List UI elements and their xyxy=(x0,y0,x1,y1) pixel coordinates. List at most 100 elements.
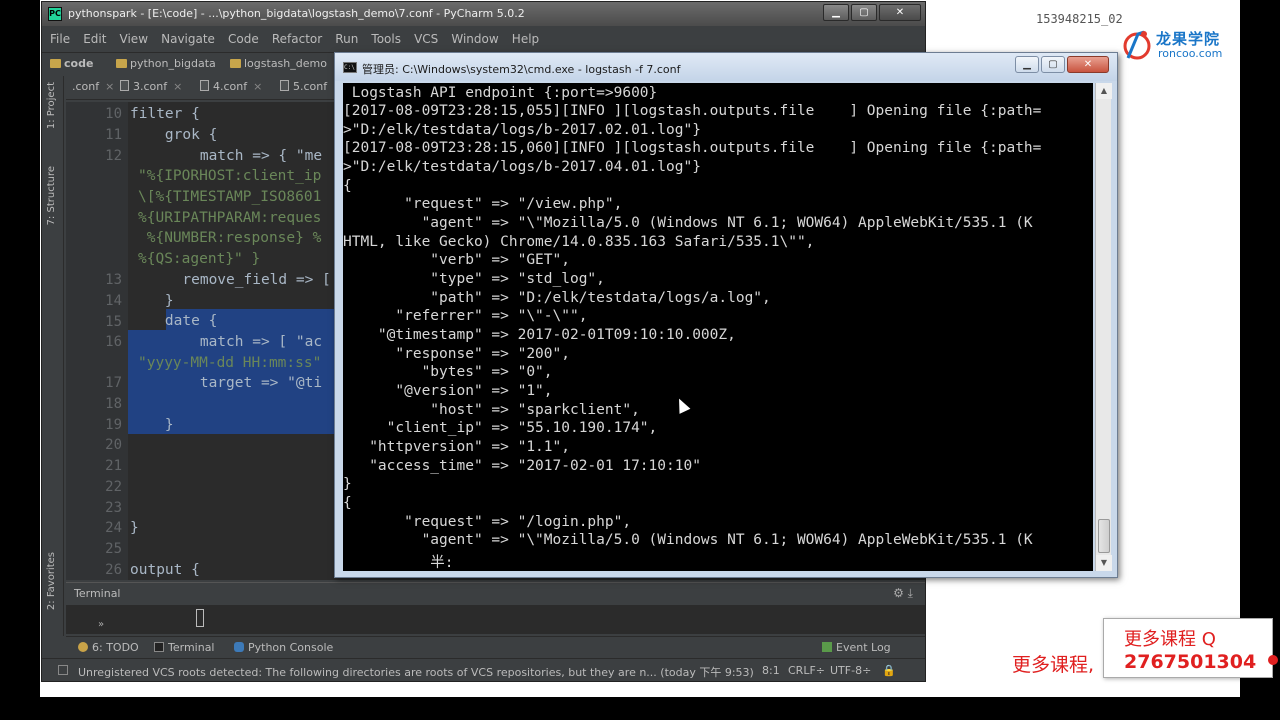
menu-view[interactable]: View xyxy=(120,32,148,46)
line-number-gutter: 10 11 12 13 14 15 16 17 18 19 20 21 22 2… xyxy=(66,102,128,580)
console-line: "verb" => "GET", xyxy=(343,252,570,268)
project-tool-button[interactable]: 1: Project xyxy=(46,82,57,129)
lock-icon[interactable]: 🔒 xyxy=(882,664,896,677)
tab-conf[interactable]: .conf × xyxy=(72,80,114,93)
todo-tool-button[interactable]: 6: TODO xyxy=(78,641,139,654)
console-line: >"D:/elk/testdata/logs/b-2017.02.01.log"… xyxy=(343,122,701,138)
menu-tools[interactable]: Tools xyxy=(371,32,401,46)
tab-5-conf[interactable]: 5.conf xyxy=(280,80,327,93)
console-scrollbar[interactable]: ▲ ▼ xyxy=(1095,83,1112,571)
console-line: "request" => "/view.php", xyxy=(343,196,623,212)
scroll-thumb[interactable] xyxy=(1098,519,1110,553)
terminal-header: Terminal ⚙ ⤓ xyxy=(66,583,925,605)
code-line: match => { "me xyxy=(130,148,323,164)
scroll-down-icon[interactable]: ▼ xyxy=(1096,555,1112,571)
event-log-button[interactable]: Event Log xyxy=(822,641,891,654)
line-separator[interactable]: CRLF÷ xyxy=(788,664,825,677)
terminal-icon xyxy=(154,642,164,652)
menu-edit[interactable]: Edit xyxy=(83,32,106,46)
menu-file[interactable]: File xyxy=(50,32,70,46)
promo-text: 更多课程, xyxy=(1012,654,1095,676)
cmd-close-button[interactable]: ✕ xyxy=(1067,56,1109,73)
line-number: 23 xyxy=(105,500,122,516)
minimize-button[interactable]: ▁ xyxy=(823,4,849,21)
console-output[interactable]: Logstash API endpoint {:port=>9600} [201… xyxy=(343,83,1093,571)
status-toggle-icon[interactable] xyxy=(58,665,68,675)
console-line: HTML, like Gecko) Chrome/14.0.835.163 Sa… xyxy=(343,234,815,250)
code-line: "yyyy-MM-dd HH:mm:ss" xyxy=(138,355,322,371)
close-tab-icon[interactable]: × xyxy=(253,80,262,93)
console-line: "httpversion" => "1.1", xyxy=(343,439,570,455)
file-icon xyxy=(200,80,209,91)
console-line: Logstash API endpoint {:port=>9600} xyxy=(343,85,658,101)
terminal-cursor xyxy=(196,609,204,627)
console-line: "type" => "std_log", xyxy=(343,271,605,287)
cmd-window: C:\ 管理员: C:\Windows\system32\cmd.exe - l… xyxy=(334,52,1118,578)
menu-bar: File Edit View Navigate Code Refactor Ru… xyxy=(42,28,925,50)
code-line: remove_field => [ xyxy=(130,272,331,288)
window-controls: ▁ ▢ ✕ xyxy=(823,4,921,21)
console-line: "response" => "200", xyxy=(343,346,570,362)
close-tab-icon[interactable]: × xyxy=(105,80,114,93)
menu-help[interactable]: Help xyxy=(512,32,539,46)
maximize-button[interactable]: ▢ xyxy=(851,4,877,21)
console-line: "agent" => "\"Mozilla/5.0 (Windows NT 6.… xyxy=(343,215,1033,231)
close-button[interactable]: ✕ xyxy=(879,4,921,21)
terminal-panel[interactable]: Terminal ⚙ ⤓ » xyxy=(66,582,925,634)
code-line: %{QS:agent}" } xyxy=(138,251,261,267)
menu-vcs[interactable]: VCS xyxy=(414,32,438,46)
terminal-title: Terminal xyxy=(74,587,121,600)
code-line: target => "@ti xyxy=(130,375,323,391)
code-line: "%{IPORHOST:client_ip xyxy=(138,168,322,184)
video-letterbox xyxy=(0,697,1280,720)
crumb-code[interactable]: code xyxy=(50,57,93,70)
menu-code[interactable]: Code xyxy=(228,32,259,46)
cmd-titlebar[interactable]: C:\ 管理员: C:\Windows\system32\cmd.exe - l… xyxy=(335,53,1117,81)
scroll-up-icon[interactable]: ▲ xyxy=(1096,83,1112,99)
terminal-settings-icon[interactable]: ⚙ ⤓ xyxy=(893,586,913,601)
console-line: 半: xyxy=(343,555,454,571)
caret-position[interactable]: 8:1 xyxy=(762,664,780,677)
line-number: 21 xyxy=(105,458,122,474)
roncoo-logo: 龙果学院 roncoo.com xyxy=(1122,26,1234,66)
favorites-tool-button[interactable]: 2: Favorites xyxy=(46,552,57,610)
code-line: date { xyxy=(130,313,218,329)
line-number: 19 xyxy=(105,417,122,433)
cmd-minimize-button[interactable]: ▁ xyxy=(1015,56,1039,73)
python-console-button[interactable]: Python Console xyxy=(234,641,333,654)
code-line: %{URIPATHPARAM:reques xyxy=(138,210,322,226)
line-number: 24 xyxy=(105,520,122,536)
close-tab-icon[interactable]: × xyxy=(173,80,182,93)
status-message[interactable]: Unregistered VCS roots detected: The fol… xyxy=(78,664,754,680)
console-line: >"D:/elk/testdata/logs/b-2017.04.01.log"… xyxy=(343,159,701,175)
terminal-tool-button[interactable]: Terminal xyxy=(154,641,215,654)
menu-run[interactable]: Run xyxy=(335,32,358,46)
promo-box: 更多课程 Q 2767501304 xyxy=(1103,618,1273,678)
tab-4-conf[interactable]: 4.conf × xyxy=(200,80,262,93)
console-line: "referrer" => "\"-\"", xyxy=(343,308,588,324)
event-log-icon xyxy=(822,642,832,652)
tab-3-conf[interactable]: 3.conf × xyxy=(120,80,182,93)
crumb-logstash-demo[interactable]: logstash_demo xyxy=(230,57,327,70)
roncoo-logo-icon xyxy=(1123,30,1151,60)
tool-window-strip: 1: Project 7: Structure 2: Favorites xyxy=(42,76,64,636)
console-line: "agent" => "\"Mozilla/5.0 (Windows NT 6.… xyxy=(343,532,1033,548)
code-line: %{NUMBER:response} % xyxy=(138,230,322,246)
line-number: 26 xyxy=(105,562,122,578)
line-number: 11 xyxy=(105,127,122,143)
line-number: 12 xyxy=(105,148,122,164)
pycharm-titlebar[interactable]: PC pythonspark - [E:\code] - ...\python_… xyxy=(42,2,925,26)
menu-navigate[interactable]: Navigate xyxy=(161,32,215,46)
line-number: 16 xyxy=(105,334,122,350)
cmd-maximize-button[interactable]: ▢ xyxy=(1041,56,1065,73)
structure-tool-button[interactable]: 7: Structure xyxy=(46,166,57,225)
menu-refactor[interactable]: Refactor xyxy=(272,32,322,46)
expand-icon[interactable]: » xyxy=(98,619,104,630)
code-line: } xyxy=(130,520,139,536)
menu-window[interactable]: Window xyxy=(451,32,498,46)
console-line: [2017-08-09T23:28:15,060][INFO ][logstas… xyxy=(343,140,1042,156)
file-encoding[interactable]: UTF-8÷ xyxy=(830,664,871,677)
line-number: 15 xyxy=(105,314,122,330)
crumb-python-bigdata[interactable]: python_bigdata xyxy=(116,57,216,70)
console-line: "@timestamp" => 2017-02-01T09:10:10.000Z… xyxy=(343,327,736,343)
